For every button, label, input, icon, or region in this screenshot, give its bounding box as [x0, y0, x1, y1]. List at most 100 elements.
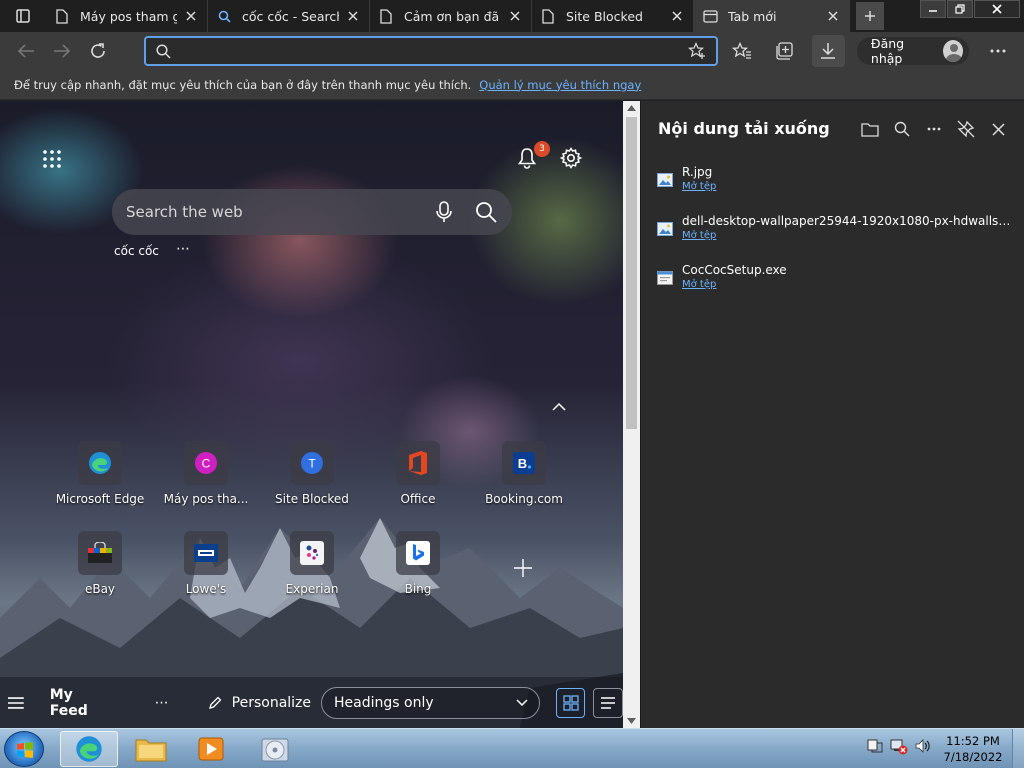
favorites-button[interactable] [726, 35, 759, 67]
new-tab-button[interactable] [856, 2, 884, 30]
grid-view-button[interactable] [555, 687, 586, 718]
collections-button[interactable] [769, 35, 802, 67]
search-placeholder: Search the web [126, 203, 243, 221]
restore-button[interactable] [947, 0, 973, 18]
close-window-button[interactable] [974, 0, 1020, 18]
volume-icon[interactable] [914, 737, 932, 755]
search-icon[interactable] [891, 119, 913, 139]
downloads-button[interactable] [811, 35, 845, 67]
close-icon[interactable] [345, 8, 361, 24]
quick-link-office[interactable]: Office [362, 441, 474, 511]
network-disconnected-icon[interactable] [890, 737, 908, 755]
ebay-icon [78, 531, 122, 575]
scroll-down-arrow-icon[interactable] [627, 718, 636, 724]
add-quick-link-icon[interactable] [512, 557, 534, 579]
open-file-link[interactable]: Mở tệp [682, 230, 716, 241]
taskbar-file-explorer[interactable] [122, 731, 180, 767]
taskbar-clock[interactable]: 11:52 PM 7/18/2022 [940, 733, 1006, 765]
window-controls [919, 0, 1020, 18]
arrow-left-icon [17, 44, 34, 58]
taskbar-disc-app[interactable] [246, 731, 304, 767]
manage-favorites-link[interactable]: Quản lý mục yêu thích ngay [479, 78, 641, 92]
personalize-button[interactable]: Personalize [208, 695, 311, 711]
tab-bar: Máy pos tham gia cốc cốc - Search Cảm ơn… [0, 0, 1024, 32]
quick-link-may-pos[interactable]: C Máy pos tha... [150, 441, 262, 511]
start-button[interactable] [4, 731, 44, 767]
close-icon[interactable] [825, 8, 841, 24]
quick-link-ebay[interactable]: eBay [44, 531, 156, 601]
search-icon[interactable] [474, 200, 498, 224]
tab-5-active[interactable]: Tab mới [694, 0, 850, 32]
tab-title: Site Blocked [566, 8, 643, 24]
action-center-icon[interactable] [866, 737, 884, 755]
list-view-button[interactable] [593, 687, 623, 718]
quick-link-label: Site Blocked [275, 492, 349, 506]
back-button[interactable] [8, 35, 44, 67]
search-icon [216, 8, 232, 24]
settings-more-button[interactable] [981, 35, 1014, 67]
scroll-up-arrow-icon[interactable] [627, 105, 636, 111]
close-icon[interactable] [669, 8, 685, 24]
forward-button[interactable] [44, 35, 80, 67]
close-icon[interactable] [183, 8, 199, 24]
quick-link-experian[interactable]: Experian [256, 531, 368, 601]
scrollbar-thumb[interactable] [626, 117, 637, 429]
tab-actions-button[interactable] [0, 0, 46, 32]
list-view-icon [601, 696, 616, 709]
tab-1[interactable]: Máy pos tham gia [46, 0, 208, 32]
microphone-icon[interactable] [432, 200, 456, 224]
tab-2[interactable]: cốc cốc - Search [208, 0, 370, 32]
open-file-link[interactable]: Mở tệp [682, 279, 716, 290]
tab-4[interactable]: Site Blocked [532, 0, 694, 32]
tab-actions-icon [16, 9, 30, 23]
gear-icon[interactable] [560, 147, 582, 169]
quick-link-bing[interactable]: Bing [362, 531, 474, 601]
download-item[interactable]: R.jpg Mở tệp [657, 165, 1017, 201]
refresh-button[interactable] [80, 35, 116, 67]
address-bar[interactable] [144, 36, 718, 66]
apps-grid-icon[interactable] [42, 149, 62, 169]
download-file-name: CocCocSetup.exe [682, 263, 787, 277]
downloads-title: Nội dung tải xuống [658, 119, 830, 138]
arrow-right-icon [54, 44, 71, 58]
taskbar-edge[interactable] [60, 731, 118, 767]
chevron-up-icon[interactable] [551, 401, 567, 413]
minimize-button[interactable] [920, 0, 946, 18]
download-file-name: R.jpg [682, 165, 713, 179]
web-search-box[interactable]: Search the web [112, 189, 512, 235]
feed-layout-dropdown[interactable]: Headings only [321, 686, 540, 719]
feed-bar: My Feed ⋯ Personalize Headings only [0, 677, 623, 728]
address-input[interactable] [183, 43, 688, 59]
my-feed-title[interactable]: My Feed [50, 687, 115, 719]
download-item[interactable]: CocCocSetup.exe Mở tệp [657, 263, 1017, 299]
download-item[interactable]: dell-desktop-wallpaper25944-1920x1080-px… [657, 214, 1017, 250]
more-horizontal-icon[interactable]: ⋯ [176, 241, 191, 257]
open-folder-icon[interactable] [859, 119, 881, 139]
minimize-icon [929, 10, 937, 12]
quick-link-booking[interactable]: B Booking.com [468, 441, 580, 511]
more-horizontal-icon[interactable]: ⋯ [155, 695, 170, 711]
search-engine-shortcut[interactable]: cốc cốc [114, 244, 159, 258]
page-scrollbar[interactable] [623, 101, 640, 728]
sign-in-button[interactable]: Đăng nhập [856, 36, 970, 66]
taskbar-media-player[interactable] [182, 731, 240, 767]
page-icon [54, 8, 70, 24]
quick-link-label: Máy pos tha... [163, 492, 249, 506]
quick-link-site-blocked[interactable]: T Site Blocked [256, 441, 368, 511]
open-file-link[interactable]: Mở tệp [682, 181, 716, 192]
quick-link-lowes[interactable]: Lowe's [150, 531, 262, 601]
add-favorite-icon[interactable] [688, 42, 706, 60]
image-file-icon [657, 222, 673, 236]
hamburger-menu-icon[interactable] [8, 696, 24, 710]
tab-3[interactable]: Cảm ơn bạn đã tả [370, 0, 532, 32]
download-file-name: dell-desktop-wallpaper25944-1920x1080-px… [682, 214, 1012, 228]
show-desktop-button[interactable] [1012, 729, 1024, 768]
favorites-bar-message: Để truy cập nhanh, đặt mục yêu thích của… [14, 77, 472, 92]
close-icon[interactable] [507, 8, 523, 24]
more-horizontal-icon[interactable] [923, 119, 945, 139]
quick-link-microsoft-edge[interactable]: Microsoft Edge [44, 441, 156, 511]
download-icon [821, 43, 836, 59]
close-icon[interactable] [987, 119, 1009, 139]
unpin-icon[interactable] [955, 119, 977, 139]
grid-view-icon [563, 694, 579, 711]
